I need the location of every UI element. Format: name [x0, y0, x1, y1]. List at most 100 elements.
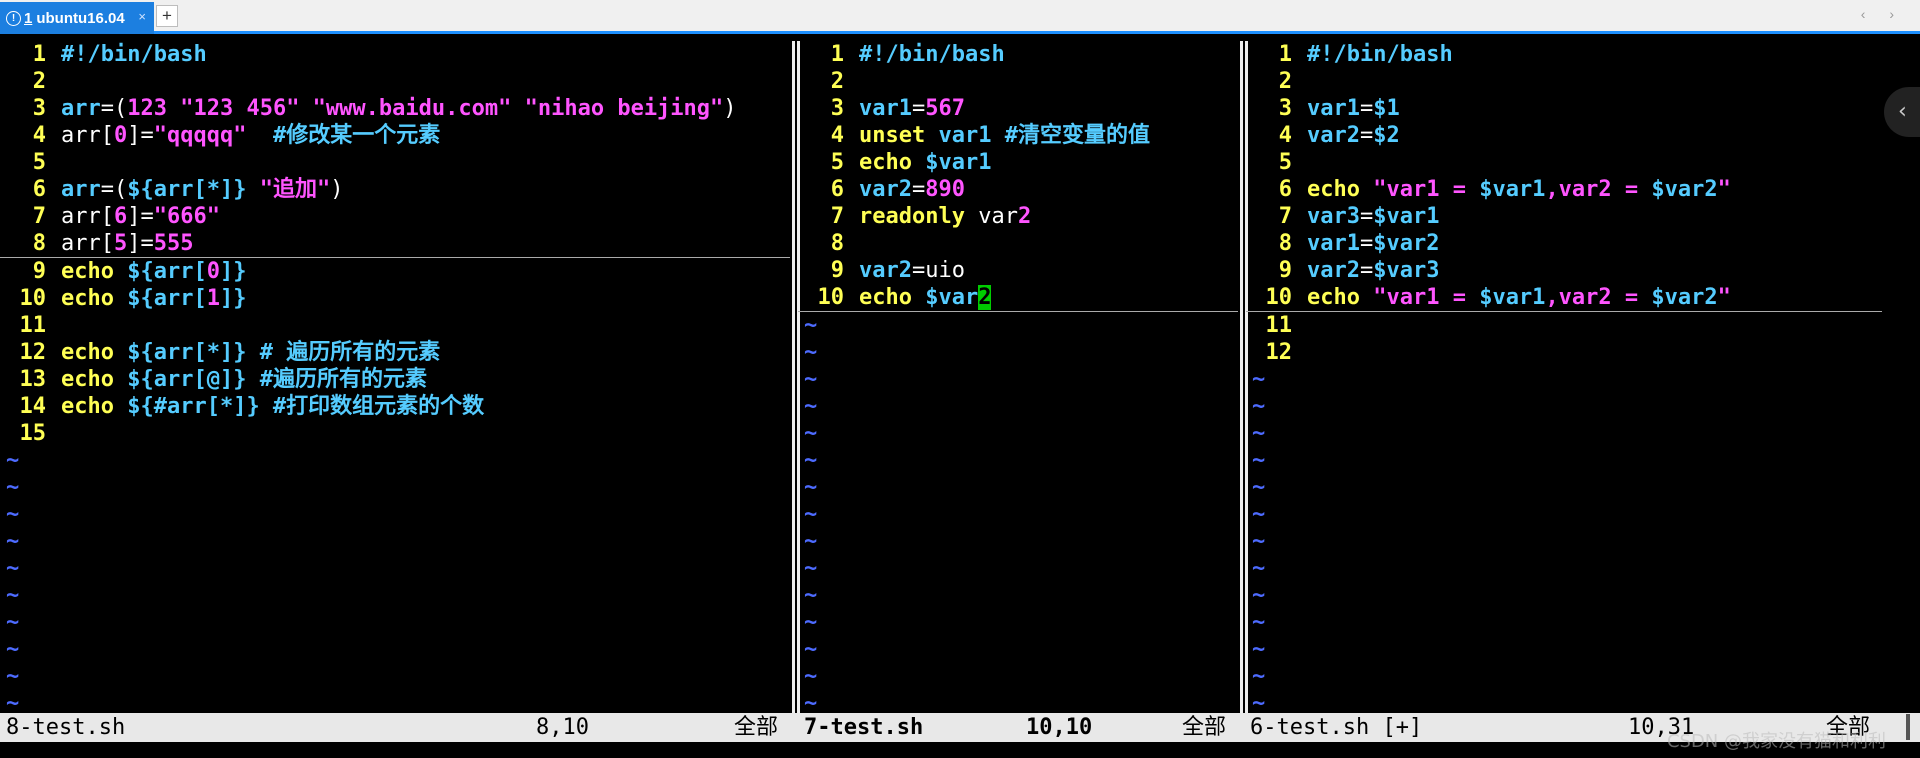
close-icon[interactable]: ×: [138, 9, 146, 24]
code-line[interactable]: 1 #!/bin/bash: [798, 41, 1238, 68]
code-token: =(: [100, 177, 128, 202]
code-line[interactable]: 4 unset var1 #清空变量的值: [798, 122, 1238, 149]
code-line[interactable]: 4 var2=$2: [1246, 122, 1882, 149]
line-number: 8: [830, 231, 844, 256]
code-line[interactable]: 6 echo "var1 = $var1,var2 = $var2": [1246, 176, 1882, 203]
empty-buffer-line: ~: [798, 582, 1238, 609]
code-token: =: [1359, 231, 1374, 256]
editor-pane-8-test[interactable]: 1 #!/bin/bash 2 3 arr=(123 "123 456" "www.ba…: [0, 41, 790, 713]
code-token: ]=: [127, 123, 154, 148]
line-number: 8: [1278, 231, 1292, 256]
code-line[interactable]: 4 arr[0]="qqqqq" #修改某一个元素: [0, 122, 790, 149]
tilde-marker: ~: [804, 475, 818, 500]
line-number: 15: [19, 421, 47, 446]
new-tab-button[interactable]: +: [156, 5, 178, 27]
line-number: 7: [32, 204, 46, 229]
code-token: "123 456" "www.baidu.com" "nihao beijing…: [180, 96, 724, 121]
code-line[interactable]: 6 arr=(${arr[*]} "追加"): [0, 176, 790, 203]
line-number: 5: [32, 150, 46, 175]
code-line[interactable]: 14 echo ${#arr[*]} #打印数组元素的个数: [0, 393, 790, 420]
code-line[interactable]: 2: [1246, 68, 1882, 95]
code-token: var1: [938, 123, 992, 148]
code-line[interactable]: 8: [798, 230, 1238, 257]
tilde-marker: ~: [1252, 475, 1266, 500]
code-line[interactable]: 3 var1=$1: [1246, 95, 1882, 122]
collapse-sidebar-button[interactable]: ‹: [1884, 87, 1920, 137]
code-text: echo $var1: [859, 149, 991, 176]
code-line[interactable]: 11: [1246, 312, 1882, 339]
editor-pane-6-test[interactable]: 1 #!/bin/bash 2 3 var1=$1 4 var2=$2 5 6 echo "var…: [1246, 41, 1882, 713]
code-line[interactable]: 7 var3=$var1: [1246, 203, 1882, 230]
code-line[interactable]: 9 var2=uio: [798, 257, 1238, 284]
code-token: ]=: [127, 204, 154, 229]
code-line[interactable]: 10 echo "var1 = $var1,var2 = $var2": [1246, 284, 1882, 312]
code-token: ${#arr[*]}: [127, 394, 260, 419]
line-number: 5: [830, 150, 844, 175]
terminal-area[interactable]: 1 #!/bin/bash 2 3 arr=(123 "123 456" "www.ba…: [0, 34, 1920, 758]
empty-buffer-line: ~: [0, 690, 790, 713]
code-line[interactable]: 10 echo $var2: [798, 284, 1238, 312]
tilde-marker: ~: [1252, 664, 1266, 689]
code-line[interactable]: 7 readonly var2: [798, 203, 1238, 230]
code-line[interactable]: 5 echo $var1: [798, 149, 1238, 176]
code-text: readonly var2: [859, 203, 1031, 230]
empty-buffer-line: ~: [0, 501, 790, 528]
code-token: ]=: [127, 231, 154, 256]
empty-buffer-line: ~: [1246, 366, 1882, 393]
tab-nav-arrows-icon[interactable]: ‹ ›: [1861, 6, 1904, 22]
code-line[interactable]: 13 echo ${arr[@]} #遍历所有的元素: [0, 366, 790, 393]
session-tab[interactable]: ! 1 ubuntu16.04 ×: [0, 2, 154, 34]
code-token: "qqqqq": [153, 123, 247, 148]
code-line[interactable]: 5: [0, 149, 790, 176]
code-line[interactable]: 1 #!/bin/bash: [0, 41, 790, 68]
code-line[interactable]: 3 arr=(123 "123 456" "www.baidu.com" "nih…: [0, 95, 790, 122]
line-number: 6: [32, 177, 46, 202]
code-text: echo ${#arr[*]} #打印数组元素的个数: [61, 393, 484, 420]
code-token: $var2: [1651, 285, 1718, 310]
code-token: echo: [61, 367, 128, 392]
code-line[interactable]: 9 echo ${arr[0]}: [0, 258, 790, 285]
code-line[interactable]: 12 echo ${arr[*]} # 遍历所有的元素: [0, 339, 790, 366]
code-token: var1: [1307, 231, 1360, 256]
line-number: 1: [32, 42, 46, 67]
code-line[interactable]: 9 var2=$var3: [1246, 257, 1882, 284]
code-token: 123: [127, 96, 181, 121]
code-token: ": [1717, 285, 1731, 310]
status-cursor-position: 8,10: [536, 715, 589, 740]
code-token: #!/bin/bash: [61, 42, 207, 67]
code-text: var1=567: [859, 95, 965, 122]
code-token: readonly: [859, 204, 979, 229]
code-token: ): [723, 96, 737, 121]
code-line[interactable]: 5: [1246, 149, 1882, 176]
code-line[interactable]: 2: [798, 68, 1238, 95]
code-line[interactable]: 8 arr[5]=555: [0, 230, 790, 258]
code-line[interactable]: 11: [0, 312, 790, 339]
code-token: 1: [206, 286, 220, 311]
code-text: echo ${arr[@]} #遍历所有的元素: [61, 366, 427, 393]
code-line[interactable]: 7 arr[6]="666": [0, 203, 790, 230]
code-text: var2=$var3: [1307, 257, 1439, 284]
code-line[interactable]: 15: [0, 420, 790, 447]
watermark: CSDN @我家没有猫和利利: [1666, 731, 1886, 752]
empty-buffer-line: ~: [798, 636, 1238, 663]
code-token: ): [330, 177, 344, 202]
tilde-marker: ~: [6, 691, 20, 713]
code-token: "var1 =: [1373, 177, 1480, 202]
code-line[interactable]: 12: [1246, 339, 1882, 366]
empty-buffer-line: ~: [1246, 636, 1882, 663]
line-number: 2: [1278, 69, 1292, 94]
line-number: 3: [32, 96, 46, 121]
code-line[interactable]: 8 var1=$var2: [1246, 230, 1882, 257]
code-line[interactable]: 6 var2=890: [798, 176, 1238, 203]
code-line[interactable]: 1 #!/bin/bash: [1246, 41, 1882, 68]
code-token: echo: [61, 259, 128, 284]
code-line[interactable]: 2: [0, 68, 790, 95]
scrollbar-handle[interactable]: [1906, 714, 1910, 740]
code-token: echo: [1307, 285, 1374, 310]
code-text: echo "var1 = $var1,var2 = $var2": [1307, 284, 1731, 311]
code-line[interactable]: 10 echo ${arr[1]}: [0, 285, 790, 312]
code-line[interactable]: 3 var1=567: [798, 95, 1238, 122]
line-number: 7: [1278, 204, 1292, 229]
tilde-marker: ~: [6, 610, 20, 635]
editor-pane-7-test[interactable]: 1 #!/bin/bash 2 3 var1=567 4 unset var1 #清空变量的…: [798, 41, 1238, 713]
